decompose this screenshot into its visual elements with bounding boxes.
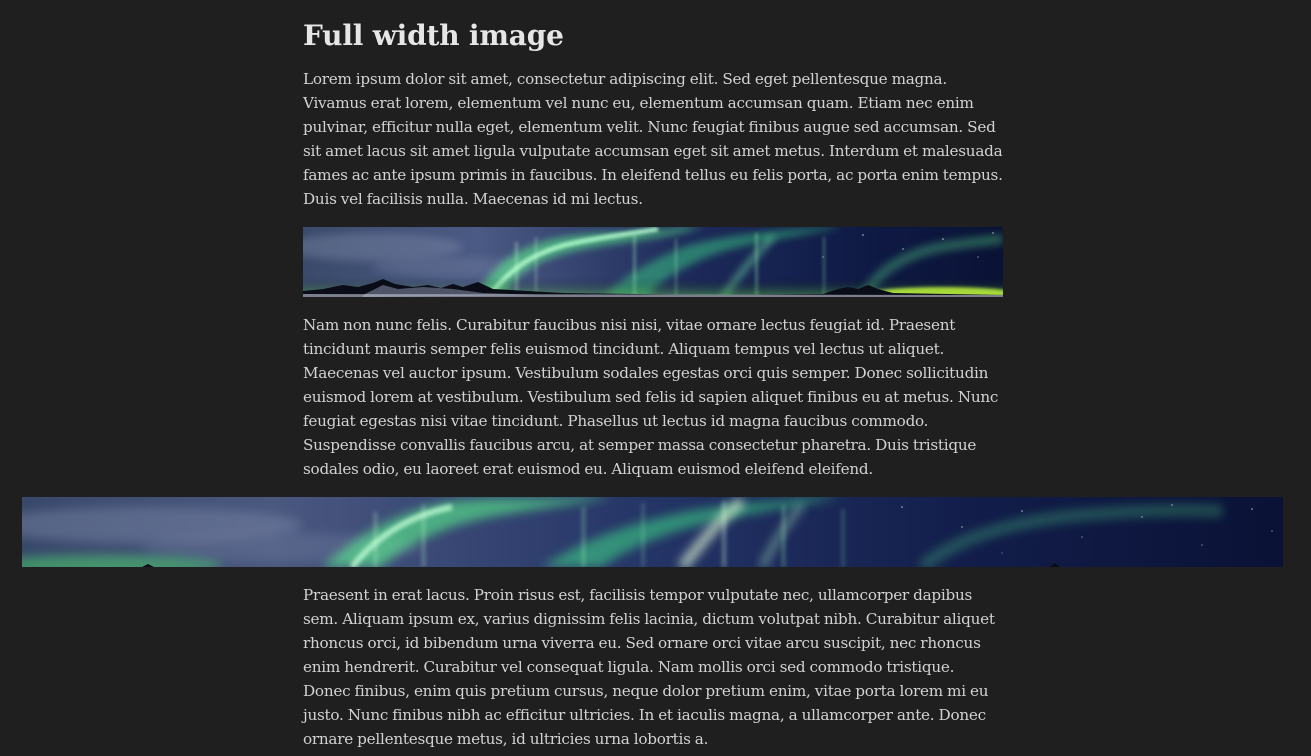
body-paragraph-3: Praesent in erat lacus. Proin risus est,… bbox=[303, 586, 995, 748]
aurora-image-content-width bbox=[303, 227, 1003, 297]
body-paragraph-1: Lorem ipsum dolor sit amet, consectetur … bbox=[303, 70, 1003, 208]
aurora-photo bbox=[303, 227, 1003, 297]
article-page: Full width image Lorem ipsum dolor sit a… bbox=[0, 0, 1311, 756]
aurora-photo bbox=[22, 497, 1283, 567]
page-title: Full width image bbox=[303, 19, 564, 52]
body-paragraph-2: Nam non nunc felis. Curabitur faucibus n… bbox=[303, 316, 999, 478]
aurora-image-full-width bbox=[22, 497, 1283, 567]
